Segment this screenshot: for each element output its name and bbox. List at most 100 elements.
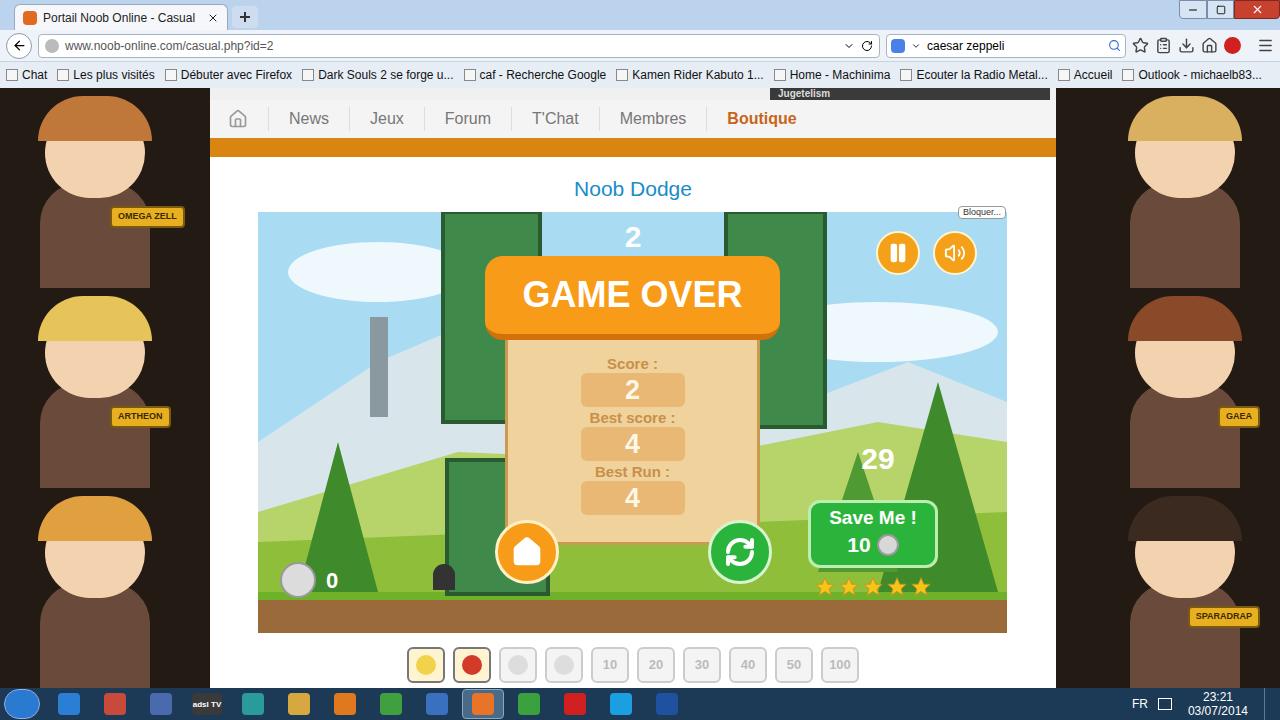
character-figure: ARTHEON xyxy=(0,288,210,488)
url-field[interactable]: www.noob-online.com/casual.php?id=2 xyxy=(38,34,880,58)
best-run-row: Best Run :4 xyxy=(581,463,685,515)
pause-button[interactable] xyxy=(876,231,920,275)
achievement-icon xyxy=(462,655,482,675)
taskbar-app[interactable] xyxy=(508,689,550,719)
bookmark-icon xyxy=(616,69,628,81)
character-badge: SPARADRAP xyxy=(1188,606,1260,628)
taskbar-app[interactable] xyxy=(600,689,642,719)
achievement-badge[interactable]: 100 xyxy=(821,647,859,683)
replay-icon xyxy=(724,536,756,568)
browser-tab[interactable]: Portail Noob Online - Casual xyxy=(14,4,228,30)
taskbar-app[interactable] xyxy=(554,689,596,719)
close-window-button[interactable] xyxy=(1234,0,1280,19)
app-icon xyxy=(426,693,448,715)
bookmark-item[interactable]: caf - Recherche Google xyxy=(464,66,607,84)
sound-button[interactable] xyxy=(933,231,977,275)
bookmark-item[interactable]: Accueil xyxy=(1058,66,1113,84)
nav-item[interactable]: Jeux xyxy=(349,107,424,131)
character-body xyxy=(40,383,150,488)
bookmark-item[interactable]: Outlook - michaelb83... xyxy=(1122,66,1261,84)
taskbar-app[interactable] xyxy=(370,689,412,719)
right-decoration: GAEASPARADRAP xyxy=(1056,88,1280,688)
reload-icon[interactable] xyxy=(861,40,873,52)
bookmark-icon xyxy=(464,69,476,81)
language-indicator[interactable]: FR xyxy=(1132,695,1148,713)
character-body xyxy=(40,183,150,288)
site-home-icon[interactable] xyxy=(228,109,248,129)
character-hair xyxy=(38,96,152,141)
replay-button[interactable] xyxy=(708,520,772,584)
taskbar-app[interactable] xyxy=(232,689,274,719)
nav-item[interactable]: T'Chat xyxy=(511,107,599,131)
achievement-icon xyxy=(508,655,528,675)
top-strip: Jugetelism xyxy=(210,88,1056,100)
clock[interactable]: 23:2103/07/2014 xyxy=(1182,690,1254,718)
game-canvas[interactable]: 2Score :2Best score :4Best Run :4GAME OV… xyxy=(258,212,1007,633)
bookmark-item[interactable]: Home - Machinima xyxy=(774,66,891,84)
bookmark-item[interactable]: Kamen Rider Kabuto 1... xyxy=(616,66,763,84)
block-button[interactable]: Bloquer... xyxy=(958,206,1006,219)
adblock-icon[interactable] xyxy=(1224,37,1241,54)
history-icon[interactable] xyxy=(843,40,855,52)
character-figure xyxy=(0,488,210,688)
favicon-icon xyxy=(23,11,37,25)
taskbar-app[interactable] xyxy=(48,689,90,719)
network-icon[interactable] xyxy=(1158,698,1172,710)
bookmark-star-icon[interactable] xyxy=(1132,37,1149,54)
engine-dropdown-icon[interactable] xyxy=(911,41,921,51)
achievement-badge[interactable] xyxy=(407,647,445,683)
back-button[interactable] xyxy=(6,33,32,59)
achievement-badge[interactable]: 10 xyxy=(591,647,629,683)
achievement-badge[interactable] xyxy=(499,647,537,683)
bookmark-item[interactable]: Ecouter la Radio Metal... xyxy=(900,66,1047,84)
home-icon[interactable] xyxy=(1201,37,1218,54)
app-icon xyxy=(150,693,172,715)
bookmark-item[interactable]: Dark Souls 2 se forge u... xyxy=(302,66,453,84)
character-hair xyxy=(1128,296,1242,341)
taskbar-app[interactable]: adsl TV xyxy=(186,689,228,719)
app-icon xyxy=(610,693,632,715)
app-icon xyxy=(380,693,402,715)
close-tab-icon[interactable] xyxy=(207,12,219,24)
show-desktop-button[interactable] xyxy=(1264,688,1276,720)
achievement-badge[interactable]: 40 xyxy=(729,647,767,683)
nav-item[interactable]: Forum xyxy=(424,107,511,131)
bookmark-item[interactable]: Les plus visités xyxy=(57,66,154,84)
minimize-button[interactable] xyxy=(1179,0,1207,19)
maximize-button[interactable] xyxy=(1207,0,1234,19)
search-field[interactable]: caesar zeppeli xyxy=(886,34,1126,58)
bookmark-icon xyxy=(57,69,69,81)
taskbar-app[interactable] xyxy=(94,689,136,719)
bookmark-item[interactable]: Débuter avec Firefox xyxy=(165,66,292,84)
nav-item[interactable]: Boutique xyxy=(706,107,816,131)
taskbar-app[interactable] xyxy=(416,689,458,719)
search-icon[interactable] xyxy=(1108,39,1121,52)
achievement-badge[interactable]: 50 xyxy=(775,647,813,683)
taskbar-app[interactable] xyxy=(278,689,320,719)
nav-item[interactable]: Membres xyxy=(599,107,707,131)
content-column: Jugetelism NewsJeuxForumT'ChatMembresBout… xyxy=(210,88,1056,688)
score-row: Score :2 xyxy=(581,355,685,407)
menu-icon[interactable] xyxy=(1257,37,1274,54)
nav-item[interactable]: News xyxy=(268,107,349,131)
taskbar-app[interactable] xyxy=(646,689,688,719)
app-icon xyxy=(104,693,126,715)
site-icon xyxy=(45,39,59,53)
achievement-badge[interactable]: 30 xyxy=(683,647,721,683)
achievement-badge[interactable] xyxy=(545,647,583,683)
new-tab-button[interactable] xyxy=(232,6,258,28)
save-me-button[interactable]: Save Me !10 xyxy=(808,500,938,568)
home-button[interactable] xyxy=(495,520,559,584)
achievement-badge[interactable] xyxy=(453,647,491,683)
current-score: 2 xyxy=(618,214,648,259)
stars xyxy=(814,576,932,598)
taskbar-app[interactable] xyxy=(462,689,504,719)
start-button[interactable] xyxy=(4,689,40,719)
bookmark-item[interactable]: Chat xyxy=(6,66,47,84)
bookmarks-icon[interactable] xyxy=(1155,37,1172,54)
download-icon[interactable] xyxy=(1178,37,1195,54)
taskbar-app[interactable] xyxy=(140,689,182,719)
achievement-badge[interactable]: 20 xyxy=(637,647,675,683)
taskbar-app[interactable] xyxy=(324,689,366,719)
star-icon xyxy=(886,576,908,598)
